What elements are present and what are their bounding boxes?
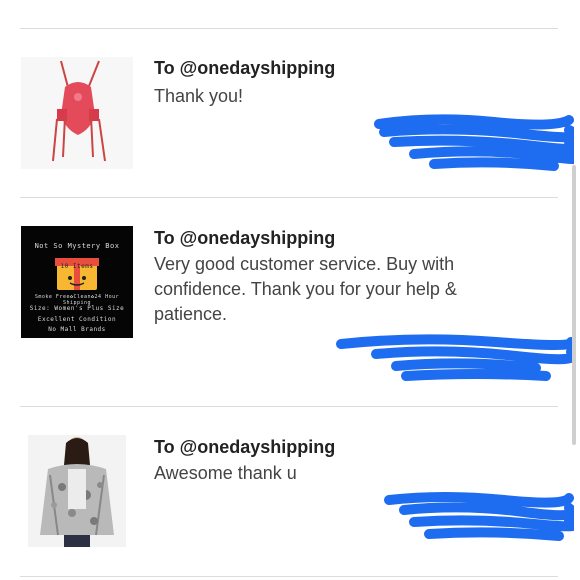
review-recipient[interactable]: To @onedayshipping <box>154 437 335 458</box>
bodysuit-image <box>21 57 133 169</box>
blazer-image <box>28 435 126 547</box>
divider <box>20 197 558 198</box>
review-message: Very good customer service. Buy with con… <box>154 254 457 324</box>
review-recipient[interactable]: To @onedayshipping <box>154 58 335 79</box>
box-title: Not So Mystery Box <box>34 242 120 250</box>
redaction-scribble <box>336 334 576 381</box>
listing-thumbnail-blazer[interactable] <box>28 435 126 547</box>
box-line: Excellent Condition <box>37 316 117 323</box>
redaction-scribble <box>374 114 574 171</box>
divider <box>20 576 558 577</box>
box-count: 10 Items <box>60 263 94 270</box>
divider <box>20 28 558 29</box>
listing-thumbnail-bodysuit[interactable] <box>21 57 133 169</box>
gift-box-icon <box>55 258 99 290</box>
redaction-scribble <box>384 492 574 541</box>
review-message: Thank you! <box>154 86 244 106</box>
scrollbar[interactable] <box>572 165 576 445</box>
box-line: No Mall Brands <box>48 326 106 333</box>
box-line: Size: Women's Plus Size <box>29 305 125 312</box>
divider <box>20 406 558 407</box>
review-recipient[interactable]: To @onedayshipping <box>154 228 335 249</box>
listing-thumbnail-mystery-box[interactable]: Not So Mystery Box 10 Items Smoke Free✿C… <box>21 226 133 338</box>
review-message: Awesome thank u <box>154 463 297 483</box>
